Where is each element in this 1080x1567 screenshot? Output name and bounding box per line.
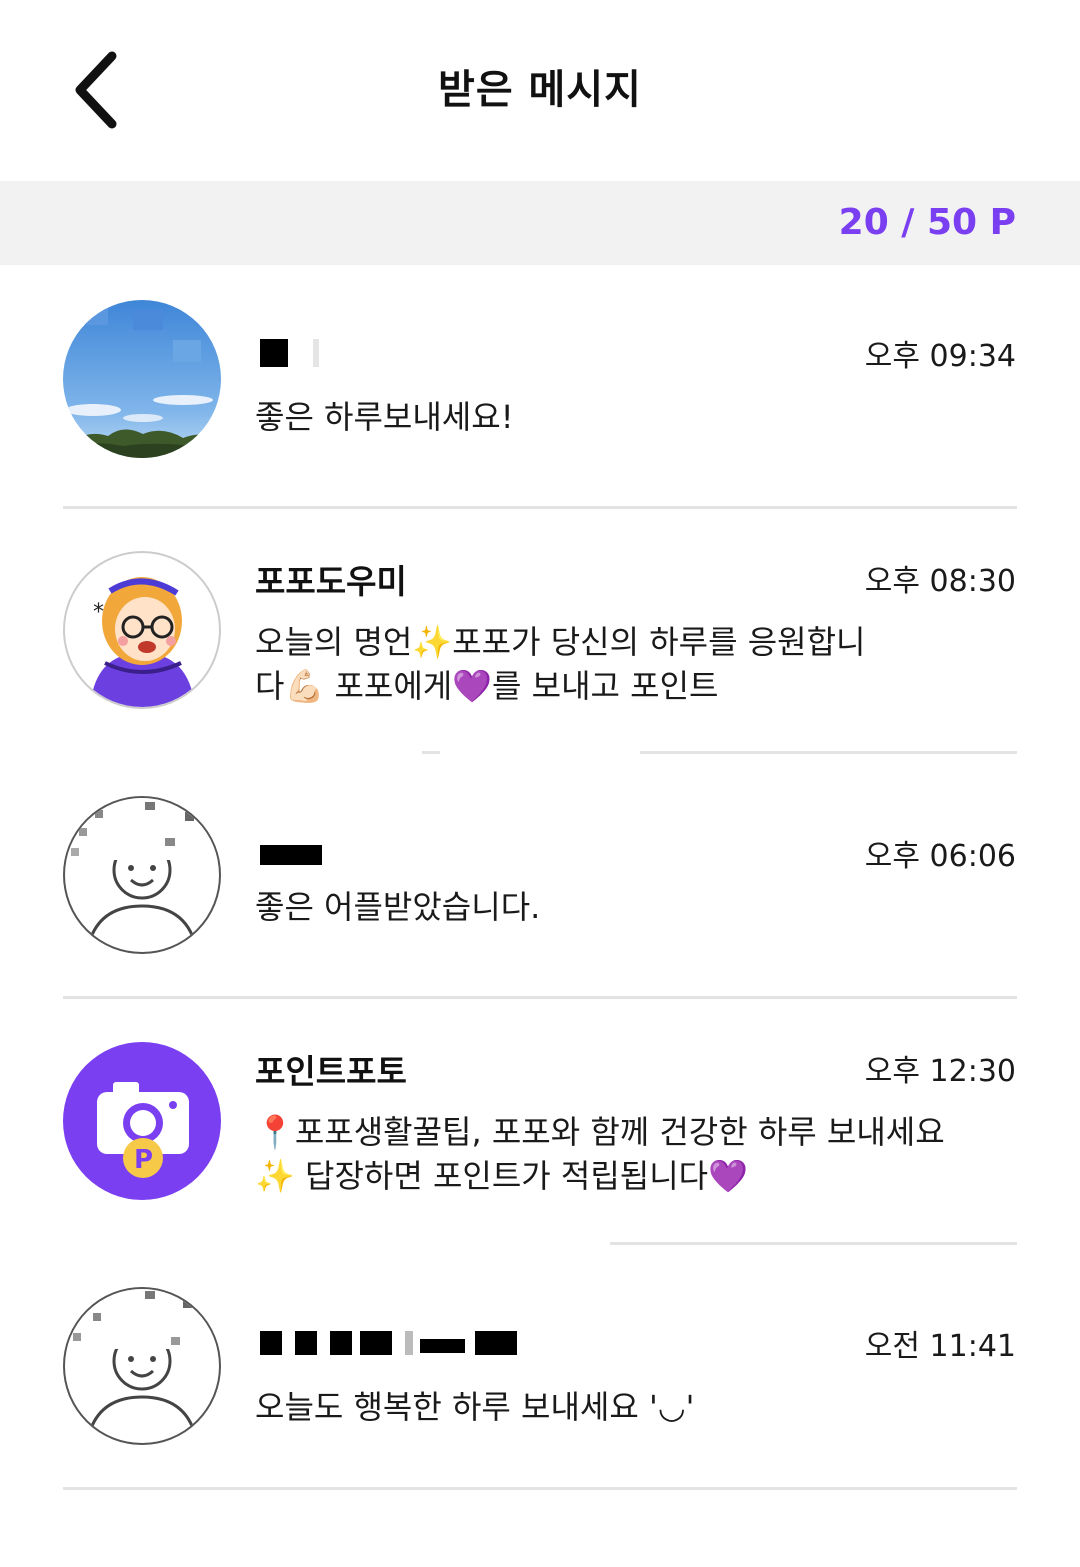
points-bar: 20 / 50 P [0,181,1080,265]
redacted-name [330,1331,352,1355]
svg-text:*: * [93,600,104,625]
message-preview: 오늘도 행복한 하루 보내세요 '◡' [255,1388,695,1426]
redacted-name [475,1331,517,1355]
message-preview: 오늘의 명언✨포포가 당신의 하루를 응원합니다💪🏻 포포에게💜를 보내고 포인… [255,623,866,705]
divider [640,751,1017,754]
avatar[interactable] [63,796,221,954]
message-time: 오후 06:06 [864,839,1016,874]
svg-text:P: P [134,1145,153,1175]
message-time: 오전 11:41 [864,1329,1016,1364]
message-item[interactable]: P 포인트포토 오후 12:30 📍포포생활꿀팁, 포포와 함께 건강한 하루 … [0,1000,1080,1245]
points-counter: 20 / 50 P [838,202,1016,243]
divider [63,1487,1017,1490]
message-time: 오후 08:30 [864,564,1016,599]
avatar[interactable] [63,1287,221,1445]
redacted-name [360,1331,392,1355]
default-user-icon [65,798,219,952]
avatar[interactable]: P [63,1042,221,1200]
sender-name [255,335,335,375]
divider [422,751,440,754]
redacted-name [405,1331,413,1355]
message-preview: 📍포포생활꿀팁, 포포와 함께 건강한 하루 보내세요✨ 답장하면 포인트가 적… [255,1113,945,1195]
redacted-name [260,845,322,865]
divider [63,996,1017,999]
default-user-icon [65,1289,219,1443]
sender-name [255,1325,525,1365]
helper-character-avatar: * [90,577,195,707]
avatar[interactable] [63,300,221,458]
page-title: 받은 메시지 [438,67,642,113]
redacted-name [313,339,319,367]
sender-name: 포포도우미 [255,562,407,601]
message-item[interactable]: 오후 06:06 좋은 어플받았습니다. [0,755,1080,1000]
message-preview: 좋은 하루보내세요! [255,398,514,436]
camera-logo-icon: P [97,1082,189,1178]
redacted-name [420,1339,465,1353]
sender-name: 포인트포토 [255,1052,407,1091]
message-preview: 좋은 어플받았습니다. [255,888,541,926]
divider [63,506,1017,509]
landscape-photo-avatar [63,300,221,458]
sender-name [255,835,335,875]
message-item[interactable]: 오후 09:34 좋은 하루보내세요! [0,265,1080,510]
avatar[interactable]: * [63,551,221,709]
message-time: 오후 12:30 [864,1054,1016,1089]
redacted-name [295,1331,317,1355]
message-time: 오후 09:34 [864,339,1016,374]
redacted-name [260,1331,282,1355]
redacted-name [260,339,288,367]
app-header: 받은 메시지 [0,0,1080,181]
message-item[interactable]: * 포포도우미 오후 08:30 오늘의 명언✨포포가 당신의 하루를 응원합니… [0,510,1080,755]
message-item[interactable]: 오전 11:41 오늘도 행복한 하루 보내세요 '◡' [0,1245,1080,1490]
